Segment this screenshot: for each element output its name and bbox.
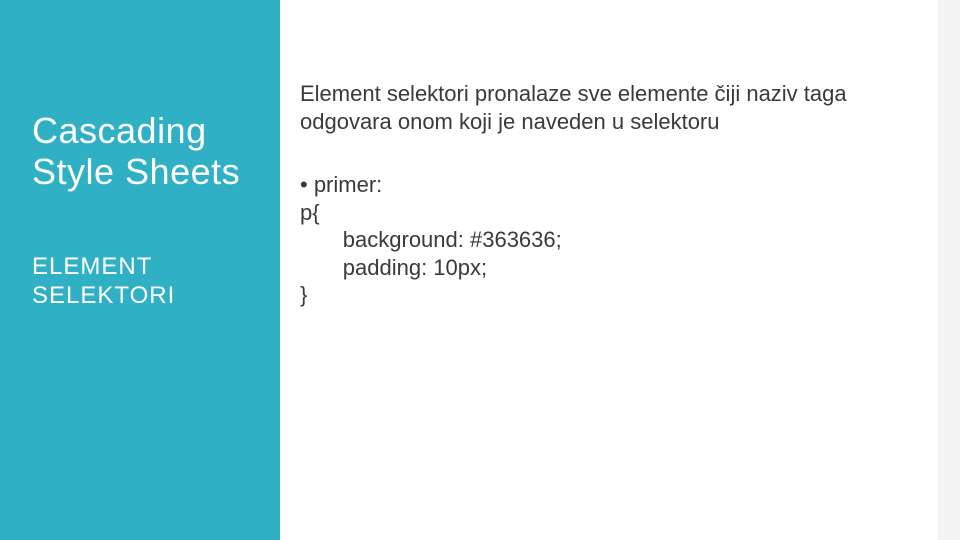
example-label: • primer: <box>300 171 900 199</box>
right-edge-decor <box>938 0 960 540</box>
title-line-1: Cascading <box>32 110 254 151</box>
subtitle-line-1: ELEMENT <box>32 253 254 282</box>
subtitle-block: ELEMENT SELEKTORI <box>32 253 254 311</box>
code-example: p{ background: #363636; padding: 10px; } <box>300 199 900 309</box>
title-line-2: Style Sheets <box>32 151 254 192</box>
content-panel: Element selektori pronalaze sve elemente… <box>300 80 900 309</box>
subtitle-line-2: SELEKTORI <box>32 282 254 311</box>
left-panel: Cascading Style Sheets ELEMENT SELEKTORI <box>0 0 280 540</box>
slide: Cascading Style Sheets ELEMENT SELEKTORI… <box>0 0 960 540</box>
description-text: Element selektori pronalaze sve elemente… <box>300 80 900 135</box>
